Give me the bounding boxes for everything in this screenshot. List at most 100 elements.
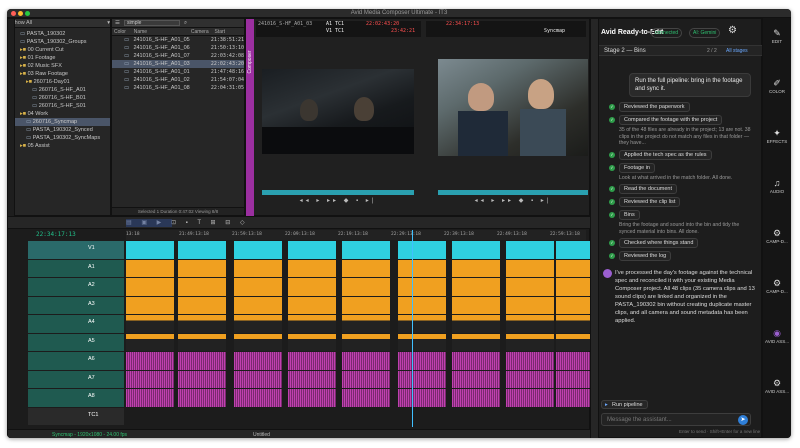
timeline-clip[interactable] <box>342 333 390 351</box>
timeline-clip[interactable] <box>452 315 500 333</box>
timeline-clip[interactable] <box>126 278 174 296</box>
message-input[interactable]: Message the assistant... ➤ <box>601 413 751 426</box>
search-icon[interactable]: ⌕ <box>184 19 187 28</box>
timeline-ruler[interactable]: 13:18 21:49:13:18 21:59:13:18 22:09:13:18 22… <box>126 230 633 240</box>
folder-row[interactable]: ▸■ 260716-Day01 <box>8 78 110 86</box>
timeline-clip[interactable] <box>452 333 500 351</box>
timeline-clip[interactable] <box>506 278 554 296</box>
track-header[interactable]: V1 <box>28 241 124 259</box>
run-pipeline-button[interactable]: ▸ Run pipeline <box>601 400 648 409</box>
timeline-clip[interactable] <box>506 389 554 407</box>
timeline-clip[interactable] <box>398 296 446 314</box>
folder-row[interactable]: ▭ PASTA_190302 <box>8 30 110 38</box>
workspace-item[interactable]: ♫ AUDIO <box>764 178 790 194</box>
timeline-clip[interactable] <box>234 241 282 259</box>
timeline-clip[interactable] <box>452 370 500 388</box>
chevron-down-icon[interactable]: ▾ <box>107 19 110 27</box>
track-header[interactable]: A7 <box>28 370 124 388</box>
timeline-clip[interactable] <box>398 315 446 333</box>
timeline-clip[interactable] <box>342 315 390 333</box>
clip-row[interactable]: ▭ 241016_S-HF_A01_07 22:03:42:08 <box>112 52 244 60</box>
assistant-side-tab[interactable] <box>591 19 599 438</box>
timeline-clip[interactable] <box>452 296 500 314</box>
timeline-clip[interactable] <box>234 389 282 407</box>
track-header[interactable]: TC1 <box>28 407 124 425</box>
workspace-item[interactable]: ✎ EDIT <box>764 28 790 44</box>
timeline-clip[interactable] <box>288 352 336 370</box>
track-header[interactable]: A4 <box>28 315 124 333</box>
send-icon[interactable]: ➤ <box>738 415 748 425</box>
timeline-clip[interactable] <box>126 370 174 388</box>
track-header[interactable]: A2 <box>28 278 124 296</box>
workspace-item[interactable]: ◉ AVID ASS... <box>764 328 790 344</box>
timeline-clip[interactable] <box>234 259 282 277</box>
record-transport-controls[interactable]: ◂◂ ▸ ▸▸ ◆ ▪ ▸| <box>438 197 588 204</box>
timeline-clip[interactable] <box>452 278 500 296</box>
ai-model-badge[interactable]: AI: Gemini <box>689 28 721 38</box>
folder-row[interactable]: ▸■ 02 Music SFX <box>8 62 110 70</box>
pipeline-step[interactable]: ✓ Compared the footage with the project <box>609 115 759 125</box>
timeline-clip[interactable] <box>178 241 226 259</box>
timeline-clip[interactable] <box>342 296 390 314</box>
pipeline-step[interactable]: ✓ Applied the tech spec as the rules <box>609 149 759 160</box>
timeline-clip[interactable] <box>288 370 336 388</box>
track-header[interactable]: A8 <box>28 389 124 407</box>
timeline-clip[interactable] <box>506 370 554 388</box>
clip-row[interactable]: ▭ 241016_S-HF_A01_08 22:04:31:05 <box>112 84 244 92</box>
folder-row[interactable]: ▸■ 05 Assist <box>8 142 110 150</box>
timeline-clip[interactable] <box>288 315 336 333</box>
timeline-clip[interactable] <box>288 389 336 407</box>
pipeline-step[interactable]: ✓ Checked where things stand <box>609 238 759 248</box>
pipeline-step[interactable]: ✓ Reviewed the paperwork <box>609 102 759 112</box>
composer-side-tab[interactable]: Composer <box>246 19 254 216</box>
timeline-clip[interactable] <box>126 333 174 351</box>
gear-icon[interactable]: ⚙ <box>728 25 737 36</box>
timeline-clip[interactable] <box>398 370 446 388</box>
record-position-bar[interactable] <box>438 190 588 195</box>
pipeline-step[interactable]: ✓ Footage in <box>609 162 759 173</box>
timeline-clip[interactable] <box>126 241 174 259</box>
clip-row[interactable]: ▭ 241016_S-HF_A01_02 21:54:07:04 <box>112 76 244 84</box>
clip-row[interactable]: ▭ 241016_S-HF_A01_01 21:47:48:16 <box>112 68 244 76</box>
timeline-clip[interactable] <box>452 352 500 370</box>
workspace-item[interactable]: ⚙ CAMP-D... <box>764 278 790 294</box>
timeline-clip[interactable] <box>178 296 226 314</box>
timeline-clip[interactable] <box>126 315 174 333</box>
timeline-clip[interactable] <box>178 278 226 296</box>
timeline-clip[interactable] <box>506 296 554 314</box>
timeline-clip[interactable] <box>178 389 226 407</box>
folder-row[interactable]: ▭ 260716_Syncmap <box>8 118 110 126</box>
timeline-clip[interactable] <box>288 278 336 296</box>
timeline-clip[interactable] <box>506 315 554 333</box>
folder-row[interactable]: ▭ 260716_S-HF_B01 <box>8 94 110 102</box>
timeline-clip[interactable] <box>126 389 174 407</box>
pipeline-step[interactable]: ✓ Read the document <box>609 184 759 194</box>
timeline-clip[interactable] <box>342 241 390 259</box>
source-position-bar[interactable] <box>262 190 414 195</box>
timeline-clip[interactable] <box>506 241 554 259</box>
timeline-clip[interactable] <box>234 315 282 333</box>
record-viewer-image[interactable] <box>438 59 588 156</box>
timeline-clip[interactable] <box>398 278 446 296</box>
timeline-clip[interactable] <box>288 296 336 314</box>
timeline-clip[interactable] <box>288 259 336 277</box>
timeline-clip[interactable] <box>178 259 226 277</box>
track-header[interactable]: A3 <box>28 296 124 314</box>
timeline-clip[interactable] <box>506 352 554 370</box>
timeline-clip[interactable] <box>342 278 390 296</box>
timeline-clip[interactable] <box>178 333 226 351</box>
all-stages-link[interactable]: All stages <box>726 48 748 54</box>
timeline-clip[interactable] <box>126 352 174 370</box>
timeline-clip[interactable] <box>178 352 226 370</box>
clip-row[interactable]: ▭ 241016_S-HF_A01_06 21:50:13:10 <box>112 44 244 52</box>
timeline-clip[interactable] <box>234 278 282 296</box>
column-start[interactable]: Start <box>214 28 244 35</box>
track-header[interactable]: A1 <box>28 259 124 277</box>
timeline-clip[interactable] <box>234 333 282 351</box>
timeline-clip[interactable] <box>398 333 446 351</box>
timeline-clip[interactable] <box>452 241 500 259</box>
timeline-clip[interactable] <box>452 389 500 407</box>
timeline-clip[interactable] <box>126 259 174 277</box>
timeline-clip[interactable] <box>398 389 446 407</box>
timeline-clip[interactable] <box>342 370 390 388</box>
